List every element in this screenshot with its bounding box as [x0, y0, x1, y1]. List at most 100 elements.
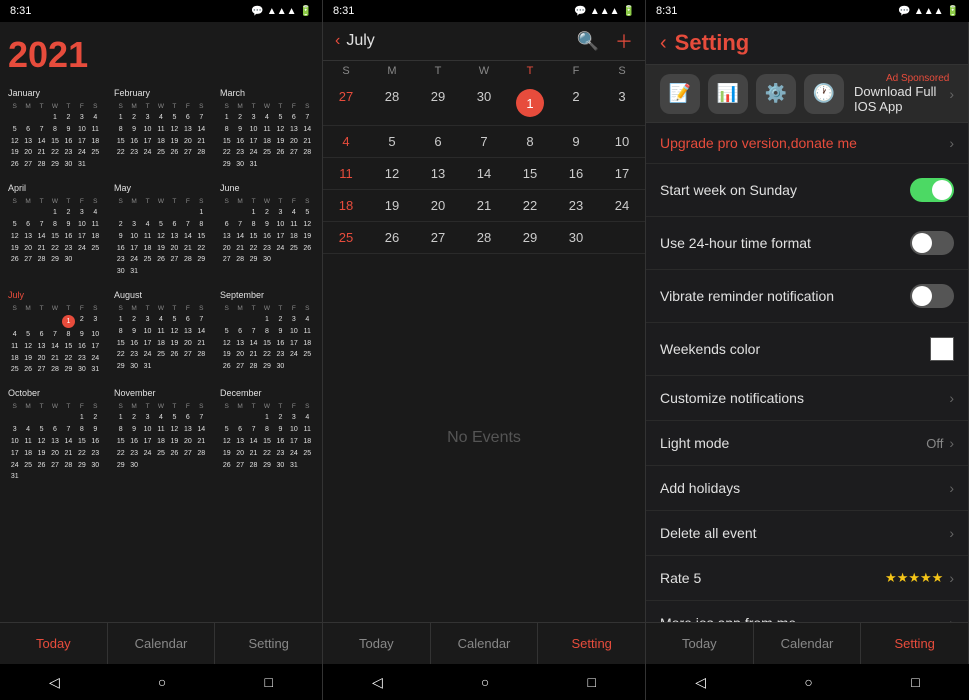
mini-cal-day[interactable]: 8 [220, 124, 233, 136]
mini-cal-day[interactable]: 14 [62, 436, 75, 448]
mini-cal-day[interactable]: 27 [168, 254, 181, 266]
mini-cal-day[interactable]: 30 [260, 254, 273, 266]
mini-cal-day[interactable]: 9 [274, 326, 287, 338]
mini-cal-day[interactable]: 29 [62, 364, 75, 376]
mini-cal-day[interactable]: 16 [89, 436, 102, 448]
nav-setting-right[interactable]: Setting [861, 623, 968, 664]
mini-cal-day[interactable]: 1 [48, 207, 61, 219]
mini-cal-day[interactable]: 28 [48, 364, 61, 376]
mini-cal-day[interactable]: 25 [141, 254, 154, 266]
settings-item-7[interactable]: Delete all event› [646, 511, 968, 556]
mini-cal-day[interactable]: 7 [195, 314, 208, 326]
mini-cal-day[interactable]: 4 [301, 314, 314, 326]
settings-item-2[interactable]: Vibrate reminder notification [646, 270, 968, 323]
mini-cal-day[interactable]: 29 [260, 361, 273, 373]
mini-cal-day[interactable]: 23 [62, 147, 75, 159]
mini-cal-day[interactable]: 17 [247, 136, 260, 148]
mini-cal-day[interactable]: 25 [89, 243, 102, 255]
mini-cal-day[interactable] [8, 112, 21, 124]
mini-cal-day[interactable]: 26 [8, 254, 21, 266]
mini-cal-day[interactable]: 18 [260, 136, 273, 148]
recents-btn-mid[interactable]: □ [579, 670, 603, 694]
mini-cal-day[interactable]: 13 [48, 436, 61, 448]
mini-cal-day[interactable]: 25 [154, 349, 167, 361]
mini-cal-day[interactable]: 20 [21, 147, 34, 159]
mini-cal-day[interactable]: 5 [35, 424, 48, 436]
mini-cal-day[interactable]: 13 [168, 231, 181, 243]
mini-cal-day[interactable]: 24 [141, 147, 154, 159]
mini-cal-day[interactable]: 21 [35, 147, 48, 159]
nav-today-left[interactable]: Today [0, 623, 108, 664]
mini-cal-day[interactable]: 15 [195, 231, 208, 243]
cal-day-cell[interactable]: 28 [461, 222, 507, 253]
mini-cal-day[interactable]: 21 [301, 136, 314, 148]
mini-cal-day[interactable]: 17 [141, 436, 154, 448]
mini-cal-day[interactable]: 11 [154, 424, 167, 436]
mini-cal-day[interactable]: 14 [48, 341, 61, 353]
mini-cal-day[interactable]: 26 [220, 361, 233, 373]
mini-cal-day[interactable]: 22 [48, 147, 61, 159]
mini-cal-day[interactable]: 19 [154, 243, 167, 255]
mini-cal-day[interactable]: 7 [48, 329, 61, 341]
mini-cal-day[interactable]: 13 [287, 124, 300, 136]
nav-today-right[interactable]: Today [646, 623, 754, 664]
mini-cal-day[interactable] [8, 207, 21, 219]
upgrade-item[interactable]: Upgrade pro version,donate me › [646, 123, 968, 164]
mini-cal-day[interactable]: 14 [195, 424, 208, 436]
cal-day-cell[interactable]: 25 [323, 222, 369, 253]
cal-day-cell[interactable]: 30 [461, 81, 507, 125]
mini-cal-day[interactable]: 29 [48, 254, 61, 266]
mini-cal-day[interactable]: 18 [21, 448, 34, 460]
mini-cal-day[interactable]: 24 [287, 349, 300, 361]
mini-cal-day[interactable]: 29 [195, 254, 208, 266]
mini-cal-day[interactable]: 26 [168, 147, 181, 159]
mini-cal-day[interactable]: 3 [75, 112, 88, 124]
mini-cal-day[interactable]: 7 [35, 124, 48, 136]
mini-cal-day[interactable] [35, 207, 48, 219]
mini-cal-day[interactable]: 16 [75, 341, 88, 353]
mini-cal-day[interactable]: 23 [260, 243, 273, 255]
cal-day-cell[interactable]: 18 [323, 190, 369, 221]
search-button-mid[interactable]: 🔍 [577, 31, 599, 52]
mini-cal-day[interactable] [233, 207, 246, 219]
mini-cal-day[interactable]: 2 [233, 112, 246, 124]
cal-day-cell[interactable]: 27 [323, 81, 369, 125]
mini-cal-day[interactable]: 15 [114, 338, 127, 350]
mini-cal-day[interactable] [48, 314, 61, 329]
mini-cal-day[interactable]: 3 [127, 219, 140, 231]
mini-cal-day[interactable]: 12 [35, 436, 48, 448]
mini-cal-day[interactable]: 5 [220, 326, 233, 338]
mini-cal-day[interactable]: 27 [220, 254, 233, 266]
mini-cal-day[interactable]: 12 [168, 326, 181, 338]
mini-cal-day[interactable]: 7 [62, 424, 75, 436]
mini-cal-day[interactable]: 16 [233, 136, 246, 148]
cal-day-cell[interactable]: 12 [369, 158, 415, 189]
cal-day-cell[interactable]: 2 [553, 81, 599, 125]
mini-cal-day[interactable]: 22 [114, 448, 127, 460]
cal-day-cell[interactable]: 17 [599, 158, 645, 189]
cal-day-cell[interactable]: 30 [553, 222, 599, 253]
mini-cal-day[interactable]: 11 [141, 231, 154, 243]
mini-cal-day[interactable]: 5 [168, 112, 181, 124]
mini-cal-day[interactable]: 7 [35, 219, 48, 231]
mini-cal-day[interactable]: 16 [274, 338, 287, 350]
mini-cal-day[interactable]: 19 [168, 436, 181, 448]
mini-cal-day[interactable]: 2 [75, 314, 88, 329]
cal-day-cell[interactable]: 3 [599, 81, 645, 125]
mini-cal-day[interactable]: 21 [35, 243, 48, 255]
mini-cal-day[interactable]: 26 [154, 254, 167, 266]
settings-item-6[interactable]: Add holidays› [646, 466, 968, 511]
mini-cal-day[interactable]: 31 [89, 364, 102, 376]
mini-cal-day[interactable]: 5 [21, 329, 34, 341]
mini-cal-day[interactable]: 22 [48, 243, 61, 255]
cal-day-cell[interactable]: 23 [553, 190, 599, 221]
mini-cal-day[interactable]: 16 [62, 136, 75, 148]
mini-cal-day[interactable]: 23 [274, 448, 287, 460]
mini-cal-day[interactable] [114, 207, 127, 219]
settings-item-8[interactable]: Rate 5★★★★★› [646, 556, 968, 601]
nav-calendar-left[interactable]: Calendar [108, 623, 216, 664]
mini-cal-day[interactable] [62, 412, 75, 424]
mini-cal-day[interactable]: 26 [301, 243, 314, 255]
mini-cal-day[interactable]: 27 [181, 147, 194, 159]
mini-cal-day[interactable]: 11 [89, 124, 102, 136]
